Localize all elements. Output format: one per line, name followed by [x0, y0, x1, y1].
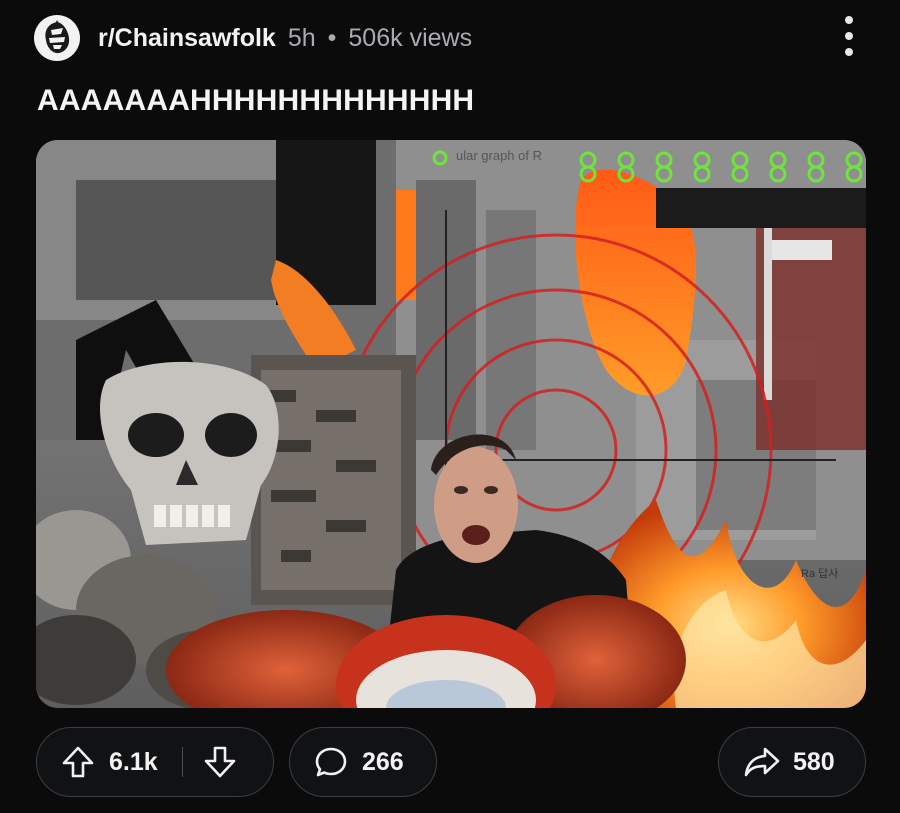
- more-vertical-icon: [845, 16, 853, 24]
- arrow-up-icon: [62, 746, 94, 778]
- view-count: 506k views: [348, 23, 473, 52]
- vote-divider: [181, 747, 184, 777]
- vote-pill: 6.1k: [36, 727, 274, 797]
- post-title[interactable]: AAAAAAAHHHHHHHHHHHHH: [37, 84, 474, 118]
- meta-separator: •: [327, 23, 337, 52]
- upvote-button[interactable]: [61, 745, 95, 779]
- share-arrow-icon: [744, 747, 780, 777]
- subreddit-avatar[interactable]: [34, 15, 80, 61]
- comment-count: 266: [362, 747, 404, 776]
- post-header: r/Chainsawfolk 5h • 506k views: [34, 14, 472, 62]
- more-vertical-icon-dot: [845, 32, 853, 40]
- post-image[interactable]: ular graph of R Ra 답사: [36, 140, 866, 708]
- more-vertical-icon-dot: [845, 48, 853, 56]
- share-count: 580: [793, 747, 835, 776]
- share-icon-box: [743, 745, 781, 779]
- share-button[interactable]: 580: [718, 727, 866, 797]
- action-bar: 6.1k 266 580: [36, 727, 866, 799]
- comment-icon-box: [314, 745, 348, 779]
- chainsaw-man-avatar-icon: [45, 20, 70, 54]
- post-meta: r/Chainsawfolk 5h • 506k views: [98, 24, 472, 53]
- subreddit-name[interactable]: r/Chainsawfolk: [98, 24, 276, 53]
- downvote-button[interactable]: [203, 745, 237, 779]
- comment-button[interactable]: 266: [289, 727, 437, 797]
- comment-bubble-icon: [315, 747, 347, 777]
- arrow-down-icon: [204, 746, 236, 778]
- overlay-text: ular graph of R: [456, 148, 542, 163]
- reddit-post: r/Chainsawfolk 5h • 506k views AAAAAAAHH…: [0, 0, 900, 813]
- collage-image: ular graph of R Ra 답사: [36, 140, 866, 708]
- post-time: 5h: [287, 23, 316, 52]
- more-options-button[interactable]: [842, 16, 856, 56]
- corner-text: Ra 답사: [801, 567, 838, 580]
- upvote-count: 6.1k: [109, 747, 158, 776]
